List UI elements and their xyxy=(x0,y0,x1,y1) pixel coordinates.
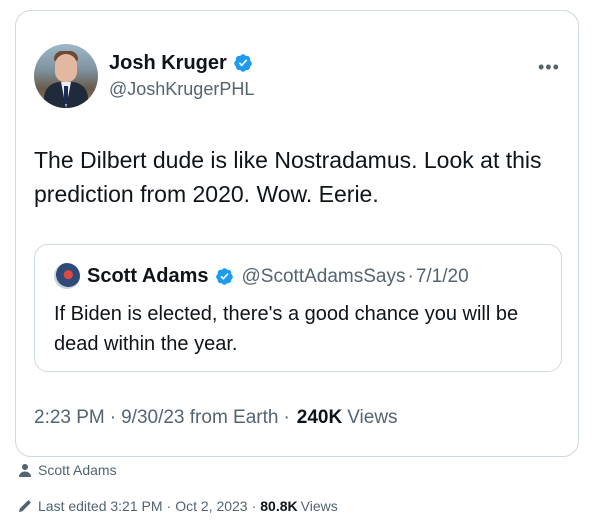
pencil-icon xyxy=(19,500,31,512)
tweet-time[interactable]: 2:23 PM xyxy=(34,407,105,429)
person-icon xyxy=(19,464,31,477)
caption-edited: Last edited 3:21 PM · Oct 2, 2023 · 80.8… xyxy=(18,498,338,514)
views-label: Views xyxy=(347,407,398,428)
quoted-tweet-text: If Biden is elected, there's a good chan… xyxy=(54,303,519,355)
author-name-row: Josh Kruger xyxy=(109,51,253,75)
tweet-meta: 2:23 PM · 9/30/23 from Earth · 240K View… xyxy=(34,407,398,429)
tweet-text: The Dilbert dude is like Nostradamus. Lo… xyxy=(34,147,542,207)
quoted-author-avatar[interactable] xyxy=(54,263,80,289)
quoted-tweet-header: Scott Adams @ScottAdamsSays · 7/1/20 xyxy=(87,265,469,288)
separator-dot: · xyxy=(109,407,117,428)
separator-dot: · xyxy=(283,407,290,428)
verified-badge-icon xyxy=(215,268,233,285)
caption-views-label: Views xyxy=(300,498,338,514)
quoted-tweet-date[interactable]: 7/1/20 xyxy=(416,266,469,288)
separator-dot: · xyxy=(407,265,414,287)
edited-label[interactable]: Last edited 3:21 PM xyxy=(38,498,163,514)
tweet-date-source[interactable]: 9/30/23 from Earth xyxy=(121,407,278,429)
quoted-author-handle[interactable]: @ScottAdamsSays xyxy=(242,266,406,288)
edited-date[interactable]: Oct 2, 2023 xyxy=(175,498,247,514)
caption-author-name[interactable]: Scott Adams xyxy=(38,462,117,478)
caption-author: Scott Adams xyxy=(18,462,117,478)
quoted-tweet[interactable]: Scott Adams @ScottAdamsSays · 7/1/20 If … xyxy=(34,244,562,372)
author-handle[interactable]: @JoshKrugerPHL xyxy=(109,78,254,100)
separator-dot: · xyxy=(251,498,257,514)
caption-views-count: 80.8K xyxy=(260,498,298,514)
author-avatar[interactable] xyxy=(34,44,98,108)
more-options-icon[interactable]: ••• xyxy=(538,57,560,78)
views-count: 240K xyxy=(296,407,343,428)
tweet-card[interactable]: Josh Kruger @JoshKrugerPHL ••• The Dilbe… xyxy=(15,10,579,457)
verified-badge-icon xyxy=(234,54,252,72)
separator-dot: · xyxy=(166,498,172,514)
quoted-author-name[interactable]: Scott Adams xyxy=(87,265,209,288)
author-name[interactable]: Josh Kruger xyxy=(109,51,227,75)
